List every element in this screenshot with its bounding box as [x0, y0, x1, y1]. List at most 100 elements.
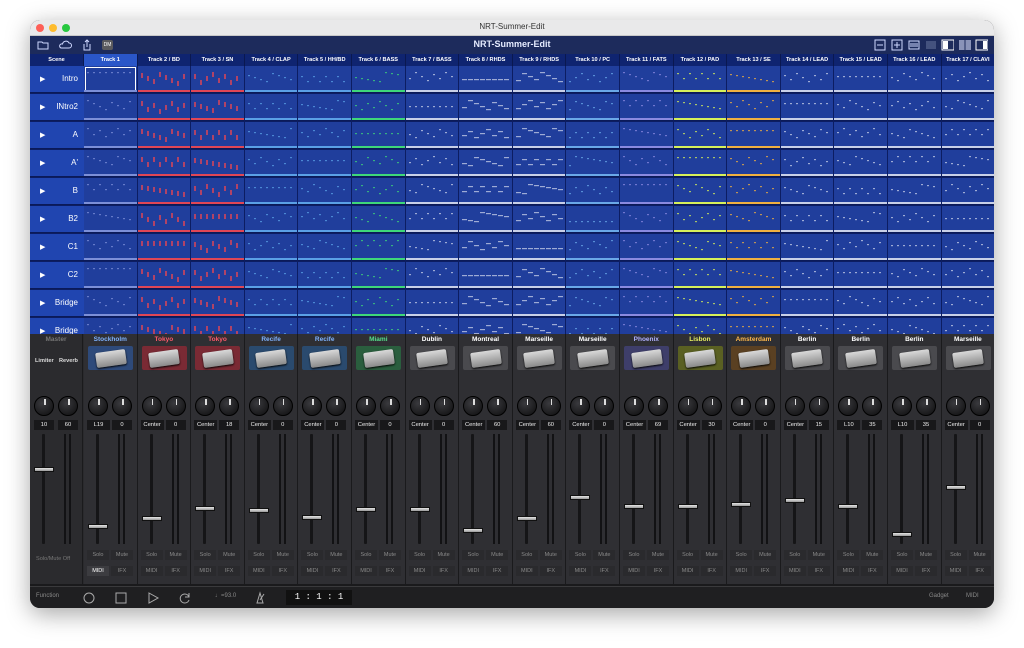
clip-slot[interactable]	[888, 262, 941, 289]
clip-slot[interactable]	[727, 66, 780, 93]
mute-button[interactable]: Mute	[915, 550, 937, 560]
clip-slot[interactable]	[191, 290, 244, 317]
clip-slot[interactable]	[941, 206, 994, 233]
mute-button[interactable]: Mute	[111, 550, 133, 560]
midi-button[interactable]: MIDI	[837, 566, 860, 576]
clip-slot[interactable]	[298, 262, 351, 289]
clip-slot[interactable]	[298, 122, 351, 149]
ifx-button[interactable]: IFX	[379, 566, 401, 576]
clip-slot[interactable]	[780, 262, 834, 289]
track-header[interactable]: Track 15 / LEAD	[834, 54, 888, 66]
gadget-instrument-icon[interactable]	[945, 346, 991, 370]
clip-slot[interactable]	[298, 66, 351, 93]
pan-knob[interactable]	[409, 396, 430, 416]
midi-button[interactable]: MIDI	[623, 566, 645, 576]
scene-play-icon[interactable]: ▶	[40, 215, 45, 223]
send-knob[interactable]	[808, 396, 829, 416]
send-knob[interactable]	[540, 396, 561, 416]
gadget-instrument-icon[interactable]	[248, 346, 294, 370]
clip-slot[interactable]	[512, 178, 566, 205]
track-header[interactable]: Track 8 / RHDS	[459, 54, 513, 66]
clip-slot[interactable]	[888, 206, 941, 233]
function-button[interactable]: Function	[36, 593, 59, 599]
midi-button[interactable]: MIDI	[194, 566, 217, 576]
clip-slot[interactable]	[244, 150, 298, 177]
clip-slot[interactable]	[780, 206, 834, 233]
clip-slot[interactable]	[84, 150, 137, 177]
track-header[interactable]: Track 3 / SN	[191, 54, 245, 66]
clip-slot[interactable]	[84, 206, 137, 233]
send-knob[interactable]	[594, 396, 615, 416]
gadget-instrument-icon[interactable]	[409, 346, 455, 370]
clip-slot[interactable]	[405, 94, 459, 121]
send-knob[interactable]	[916, 396, 936, 416]
clip-slot[interactable]	[834, 234, 887, 261]
clip-slot[interactable]	[191, 234, 244, 261]
ifx-button[interactable]: IFX	[968, 566, 991, 576]
mute-button[interactable]: Mute	[807, 550, 830, 560]
clip-slot[interactable]	[405, 150, 459, 177]
midi-button[interactable]: MIDI	[676, 566, 699, 576]
clip-slot[interactable]	[620, 66, 673, 93]
gadget-button[interactable]: Gadget	[929, 593, 949, 599]
solo-button[interactable]: Solo	[676, 550, 699, 560]
clip-slot[interactable]	[459, 94, 512, 121]
clip-slot[interactable]	[137, 318, 191, 334]
solo-mute-off-button[interactable]: Solo/Mute Off	[36, 556, 70, 562]
track-header[interactable]: Track 2 / BD	[137, 54, 192, 66]
mute-button[interactable]: Mute	[593, 550, 616, 560]
volume-fader[interactable]	[302, 514, 323, 520]
track-header[interactable]: Track 14 / LEAD	[780, 54, 835, 66]
mute-button[interactable]: Mute	[218, 550, 241, 560]
layout-right-icon[interactable]	[975, 38, 988, 51]
clip-slot[interactable]	[191, 66, 244, 93]
clip-slot[interactable]	[84, 262, 137, 289]
midi-button[interactable]: MIDI	[783, 566, 806, 576]
clip-slot[interactable]	[512, 234, 566, 261]
clip-slot[interactable]	[941, 178, 994, 205]
clip-slot[interactable]	[191, 178, 244, 205]
midi-button[interactable]: MIDI	[891, 566, 913, 576]
grid-view-icon[interactable]	[924, 38, 937, 51]
mute-button[interactable]: Mute	[968, 550, 991, 560]
track-header[interactable]: Track 16 / LEAD	[888, 54, 942, 66]
clip-slot[interactable]	[834, 178, 887, 205]
solo-button[interactable]: Solo	[194, 550, 217, 560]
clip-slot[interactable]	[244, 94, 298, 121]
clip-slot[interactable]	[941, 234, 994, 261]
pan-knob[interactable]	[516, 396, 537, 416]
clip-slot[interactable]	[834, 206, 887, 233]
volume-fader[interactable]	[677, 503, 698, 509]
clip-slot[interactable]	[84, 66, 137, 93]
clip-slot[interactable]	[727, 94, 780, 121]
volume-fader[interactable]	[570, 494, 591, 500]
clip-slot[interactable]	[727, 318, 780, 334]
scene-play-icon[interactable]: ▶	[40, 103, 45, 111]
clip-slot[interactable]	[244, 122, 298, 149]
send-knob[interactable]	[219, 396, 240, 416]
metronome-icon[interactable]	[253, 591, 267, 605]
clip-slot[interactable]	[405, 234, 459, 261]
zoom-in-icon[interactable]	[890, 38, 903, 51]
clip-slot[interactable]	[405, 122, 459, 149]
clip-slot[interactable]	[673, 150, 727, 177]
gadget-instrument-icon[interactable]	[516, 346, 562, 370]
track-header[interactable]: Track 9 / RHDS	[512, 54, 567, 66]
midi-button[interactable]: MIDI	[247, 566, 270, 576]
ifx-button[interactable]: IFX	[486, 566, 509, 576]
pan-knob[interactable]	[892, 396, 912, 416]
send-knob[interactable]	[487, 396, 508, 416]
clip-slot[interactable]	[84, 178, 137, 205]
clip-slot[interactable]	[888, 290, 941, 317]
pan-knob[interactable]	[302, 396, 323, 416]
clip-slot[interactable]	[459, 206, 512, 233]
clip-slot[interactable]	[834, 318, 887, 334]
clip-slot[interactable]	[620, 262, 673, 289]
clip-slot[interactable]	[405, 318, 459, 334]
reverb-knob[interactable]	[58, 396, 78, 416]
solo-button[interactable]: Solo	[301, 550, 324, 560]
clip-slot[interactable]	[888, 150, 941, 177]
volume-fader[interactable]	[784, 498, 805, 503]
solo-button[interactable]: Solo	[623, 550, 645, 560]
clip-slot[interactable]	[620, 178, 673, 205]
